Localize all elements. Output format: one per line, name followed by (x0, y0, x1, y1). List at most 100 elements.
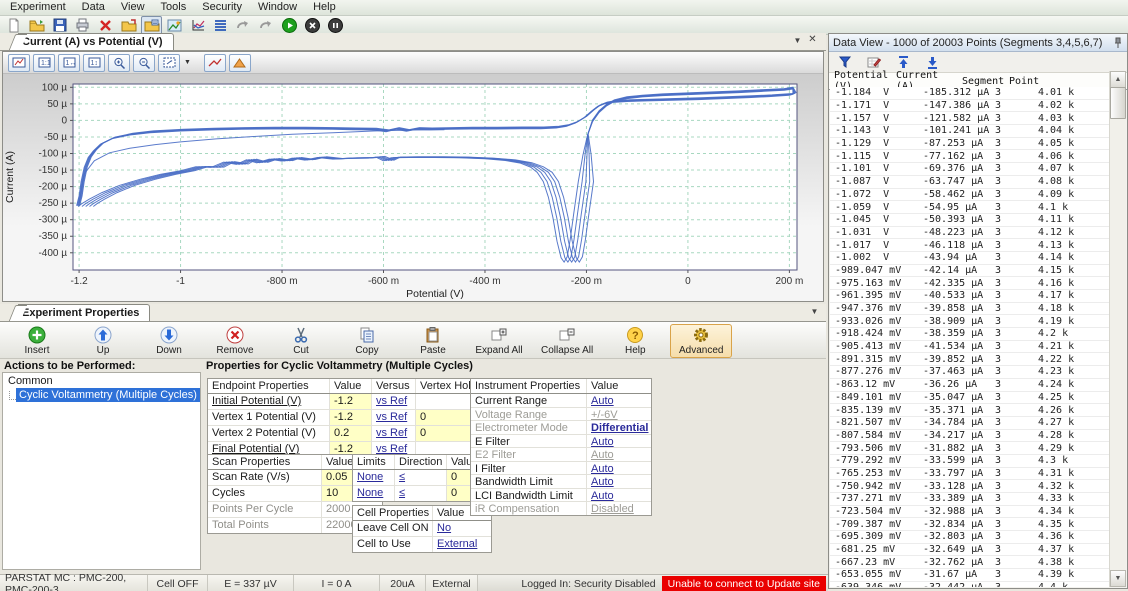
property-value-link[interactable]: Disabled (587, 502, 651, 515)
collapse-all-button[interactable]: Collapse All (534, 324, 600, 358)
property-value-link[interactable]: Auto (587, 448, 651, 461)
scrollbar-thumb[interactable] (1110, 87, 1126, 119)
new-experiment-icon[interactable] (3, 16, 24, 35)
table-row[interactable]: -891.315 mV-39.852 µA34.22 k (830, 353, 1110, 366)
paste-button[interactable]: Paste (402, 324, 464, 358)
scroll-top-icon[interactable] (892, 53, 914, 71)
property-value-link[interactable]: Auto (587, 435, 651, 448)
scroll-bottom-icon[interactable] (921, 53, 943, 71)
property-value-link[interactable]: Auto (587, 475, 651, 488)
peak-analysis-icon[interactable] (229, 54, 251, 72)
open-icon[interactable] (26, 16, 47, 35)
graph-image-icon[interactable] (164, 16, 185, 35)
table-row[interactable]: -737.271 mV-33.389 µA34.33 k (830, 493, 1110, 506)
run-icon[interactable] (279, 16, 300, 35)
tab-experiment-properties[interactable]: Experiment Properties (18, 304, 150, 321)
pause-icon[interactable] (325, 16, 346, 35)
table-row[interactable]: -653.055 mV-31.67 µA34.39 k (830, 569, 1110, 582)
property-value-link[interactable]: Differential (587, 421, 651, 434)
menu-window[interactable]: Window (250, 0, 305, 15)
delete-icon[interactable] (95, 16, 116, 35)
table-row[interactable]: -1.045 V-50.393 µA34.11 k (830, 214, 1110, 227)
scale-y-icon[interactable]: 1↕ (83, 54, 105, 72)
property-name[interactable]: Initial Potential (V) (208, 394, 330, 409)
table-row[interactable]: -947.376 mV-39.858 µA34.18 k (830, 303, 1110, 316)
table-row[interactable]: -779.292 mV-33.599 µA34.3 k (830, 455, 1110, 468)
redo-gray2-icon[interactable] (256, 16, 277, 35)
table-row[interactable]: -1.101 V-69.376 µA34.07 k (830, 163, 1110, 176)
property-value-link[interactable]: Auto (587, 489, 651, 502)
menu-view[interactable]: View (113, 0, 153, 15)
data-table-scrollbar[interactable]: ▲ ▼ (1109, 71, 1126, 587)
limit-link[interactable]: None (353, 486, 395, 501)
chart-tab-close-icon[interactable]: ✕ (806, 35, 819, 45)
cv-chart[interactable]: -1.2-1-800 m-600 m-400 m-200 m0200 m100 … (3, 74, 823, 302)
menu-tools[interactable]: Tools (153, 0, 195, 15)
table-row[interactable]: -723.504 mV-32.988 µA34.34 k (830, 506, 1110, 519)
table-row[interactable]: -918.424 mV-38.359 µA34.2 k (830, 328, 1110, 341)
property-value[interactable]: -1.2 (330, 410, 372, 425)
table-row[interactable]: -1.157 V-121.582 µA34.03 k (830, 112, 1110, 125)
copy-button[interactable]: Copy (336, 324, 398, 358)
help-button[interactable]: ?Help (604, 324, 666, 358)
graph-axes-icon[interactable] (187, 16, 208, 35)
table-row[interactable]: -695.309 mV-32.803 µA34.36 k (830, 531, 1110, 544)
trace-style-icon[interactable] (204, 54, 226, 72)
scale-x-icon[interactable]: 1↔ (58, 54, 80, 72)
table-row[interactable]: -975.163 mV-42.335 µA34.16 k (830, 277, 1110, 290)
table-row[interactable]: -821.507 mV-34.784 µA34.27 k (830, 417, 1110, 430)
tree-item-cyclic-voltammetry[interactable]: Cyclic Voltammetry (Multiple Cycles) (16, 388, 200, 402)
table-row[interactable]: -1.002 V-43.94 µA34.14 k (830, 252, 1110, 265)
edit-data-icon[interactable] (863, 53, 885, 71)
col-point[interactable]: Point (1009, 76, 1069, 87)
table-row[interactable]: -807.584 mV-34.217 µA34.28 k (830, 430, 1110, 443)
table-row[interactable]: -933.026 mV-38.909 µA34.19 k (830, 315, 1110, 328)
insert-button[interactable]: Insert (6, 324, 68, 358)
cut-button[interactable]: Cut (270, 324, 332, 358)
table-row[interactable]: -1.072 V-58.462 µA34.09 k (830, 189, 1110, 202)
versus-link[interactable]: vs Ref (372, 394, 416, 409)
table-row[interactable]: -877.276 mV-37.463 µA34.23 k (830, 366, 1110, 379)
stop-icon[interactable] (302, 16, 323, 35)
menu-data[interactable]: Data (74, 0, 113, 15)
zoom-out-icon[interactable] (133, 54, 155, 72)
advanced-button[interactable]: Advanced (670, 324, 732, 358)
property-value-link[interactable]: No (433, 521, 491, 536)
table-row[interactable]: -765.253 mV-33.797 µA34.31 k (830, 468, 1110, 481)
table-row[interactable]: -1.031 V-48.223 µA34.12 k (830, 227, 1110, 240)
scrollbar-up-icon[interactable]: ▲ (1110, 71, 1126, 88)
pan-dropdown-icon[interactable]: ▼ (184, 59, 191, 66)
table-row[interactable]: -1.017 V-46.118 µA34.13 k (830, 239, 1110, 252)
table-row[interactable]: -905.413 mV-41.534 µA34.21 k (830, 341, 1110, 354)
pin-icon[interactable] (1113, 37, 1123, 49)
scrollbar-down-icon[interactable]: ▼ (1110, 570, 1126, 587)
down-button[interactable]: Down (138, 324, 200, 358)
property-value[interactable]: 0.2 (330, 426, 372, 441)
up-button[interactable]: Up (72, 324, 134, 358)
table-row[interactable]: -849.101 mV-35.047 µA34.25 k (830, 392, 1110, 405)
pan-region-icon[interactable] (158, 54, 180, 72)
limit-link[interactable]: None (353, 470, 395, 485)
table-row[interactable]: -667.23 mV-32.762 µA34.38 k (830, 556, 1110, 569)
data-list-icon[interactable] (210, 16, 231, 35)
scale-default-icon[interactable]: 1:1 (33, 54, 55, 72)
property-value-link[interactable]: External (433, 537, 491, 552)
vertex-hold-value[interactable]: 0 (416, 426, 472, 441)
table-row[interactable]: -1.184 V-185.312 µA34.01 k (830, 87, 1110, 100)
vertex-hold-value[interactable]: 0 (416, 410, 472, 425)
table-row[interactable]: -989.047 mV-42.14 µA34.15 k (830, 265, 1110, 278)
table-row[interactable]: -793.506 mV-31.882 µA34.29 k (830, 442, 1110, 455)
expand-all-button[interactable]: Expand All (468, 324, 530, 358)
zoom-in-icon[interactable] (108, 54, 130, 72)
export-folder-icon[interactable] (118, 16, 139, 35)
menu-help[interactable]: Help (305, 0, 344, 15)
property-value-link[interactable]: +/-6V (587, 408, 651, 421)
versus-link[interactable]: vs Ref (372, 410, 416, 425)
menu-experiment[interactable]: Experiment (2, 0, 74, 15)
property-value[interactable]: -1.2 (330, 394, 372, 409)
chart-tab-dropdown-icon[interactable]: ▼ (791, 36, 804, 46)
table-row[interactable]: -1.115 V-77.162 µA34.06 k (830, 150, 1110, 163)
col-segment[interactable]: Segment (962, 76, 1009, 87)
tree-item-common[interactable]: Common (6, 375, 200, 387)
print-icon[interactable] (72, 16, 93, 35)
